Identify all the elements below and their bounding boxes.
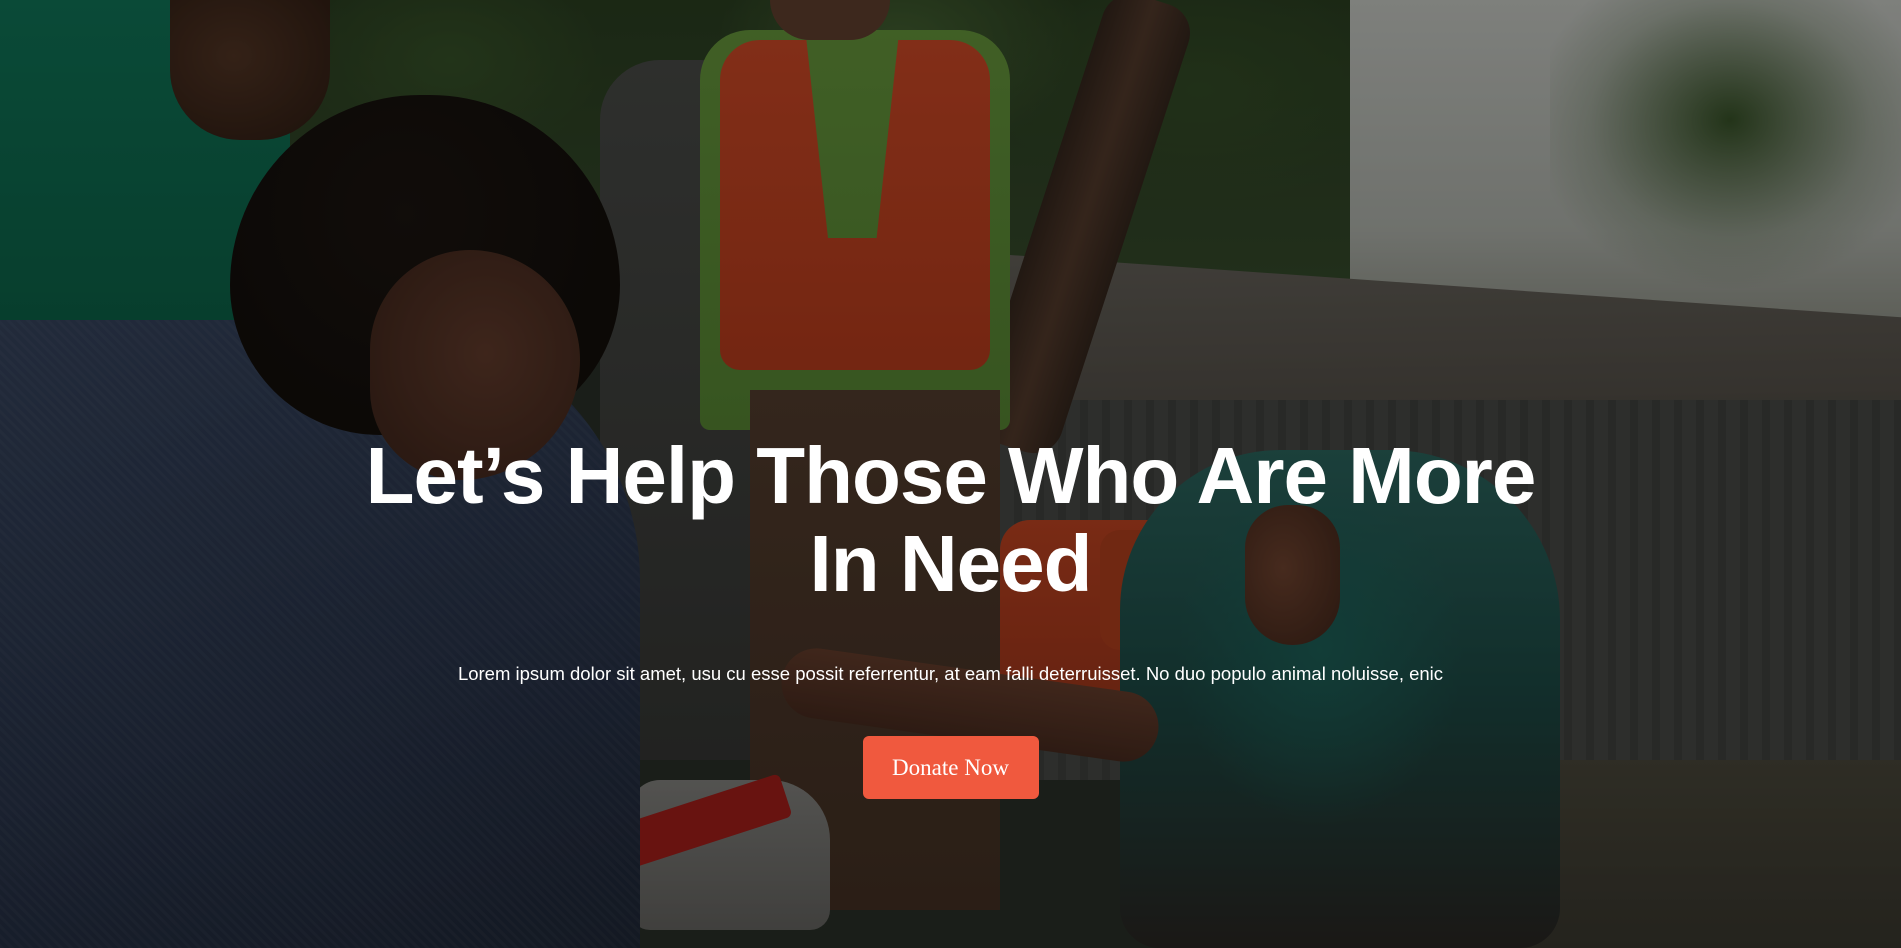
- hero-section: Let’s Help Those Who Are More In Need Lo…: [0, 0, 1901, 948]
- hero-subtitle: Lorem ipsum dolor sit amet, usu cu esse …: [457, 663, 1444, 684]
- hero-headline: Let’s Help Those Who Are More In Need: [365, 431, 1537, 608]
- hero-content: Let’s Help Those Who Are More In Need Lo…: [0, 0, 1901, 948]
- donate-now-button[interactable]: Donate Now: [862, 736, 1039, 799]
